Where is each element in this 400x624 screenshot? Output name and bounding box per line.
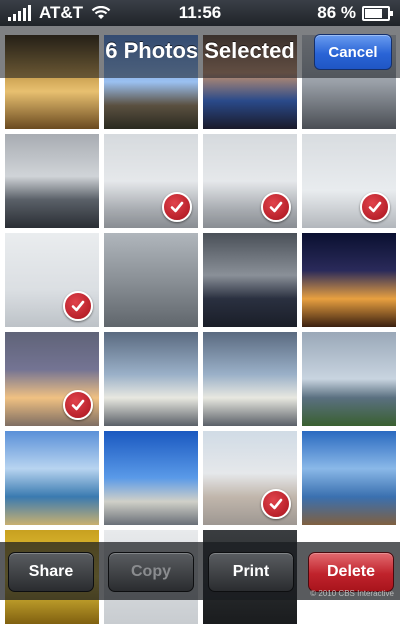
photo-thumbnail[interactable]	[104, 233, 198, 327]
photo-grid	[0, 0, 400, 624]
photo-thumbnail[interactable]	[203, 134, 297, 228]
credit-text: © 2010 CBS Interactive	[310, 589, 394, 598]
photo-thumbnail[interactable]	[104, 431, 198, 525]
checkmark-icon	[63, 291, 93, 321]
checkmark-icon	[261, 192, 291, 222]
copy-button[interactable]: Copy	[108, 552, 194, 592]
battery-icon	[362, 5, 393, 21]
checkmark-icon	[360, 192, 390, 222]
photo-thumbnail[interactable]	[302, 233, 396, 327]
photo-thumbnail[interactable]	[104, 332, 198, 426]
photo-thumbnail[interactable]	[5, 233, 99, 327]
photo-thumbnail[interactable]	[5, 431, 99, 525]
navigation-bar: 6 Photos Selected Cancel	[0, 26, 400, 78]
print-button[interactable]: Print	[208, 552, 294, 592]
photo-thumbnail[interactable]	[104, 134, 198, 228]
share-button[interactable]: Share	[8, 552, 94, 592]
status-bar: AT&T 11:56 86 %	[0, 0, 400, 26]
photo-thumbnail[interactable]	[5, 332, 99, 426]
photo-thumbnail[interactable]	[302, 431, 396, 525]
battery-percent: 86 %	[317, 3, 356, 22]
cancel-button[interactable]: Cancel	[314, 34, 392, 70]
checkmark-icon	[162, 192, 192, 222]
delete-button[interactable]: Delete	[308, 552, 394, 592]
photo-thumbnail[interactable]	[5, 134, 99, 228]
photo-thumbnail[interactable]	[302, 134, 396, 228]
photo-thumbnail[interactable]	[203, 332, 297, 426]
photo-thumbnail[interactable]	[302, 332, 396, 426]
photo-thumbnail[interactable]	[203, 431, 297, 525]
photo-thumbnail[interactable]	[203, 233, 297, 327]
checkmark-icon	[63, 390, 93, 420]
checkmark-icon	[261, 489, 291, 519]
